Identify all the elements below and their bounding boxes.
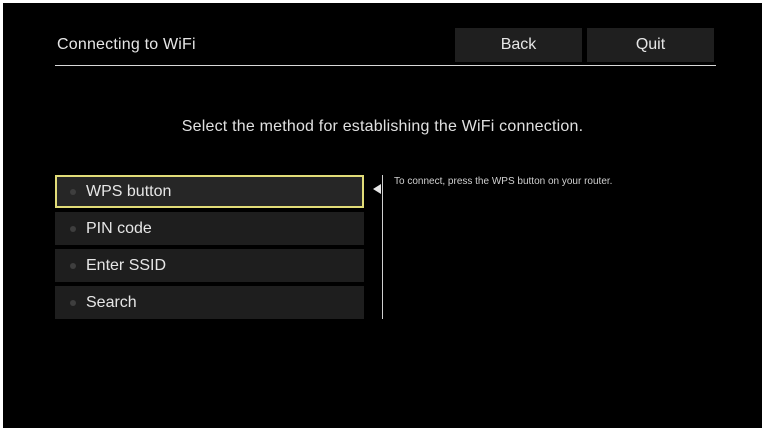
help-text: To connect, press the WPS button on your… — [394, 176, 613, 187]
page-title: Connecting to WiFi — [57, 36, 196, 53]
menu-item-enter-ssid[interactable]: Enter SSID — [55, 249, 364, 282]
menu-item-search[interactable]: Search — [55, 286, 364, 319]
header: Connecting to WiFi Back Quit — [55, 28, 716, 68]
menu-item-pin-code[interactable]: PIN code — [55, 212, 364, 245]
back-button[interactable]: Back — [455, 28, 582, 62]
menu-item-label: PIN code — [86, 219, 152, 237]
panel-divider — [382, 175, 383, 319]
quit-button[interactable]: Quit — [587, 28, 714, 62]
bullet-icon — [70, 188, 76, 195]
bullet-icon — [70, 225, 76, 232]
bullet-icon — [70, 262, 76, 269]
bullet-icon — [70, 299, 76, 306]
menu-item-label: Enter SSID — [86, 256, 167, 274]
tv-screen: Connecting to WiFi Back Quit Select the … — [3, 3, 762, 428]
menu-item-label: Search — [86, 293, 137, 311]
header-divider — [55, 65, 716, 66]
instruction-text: Select the method for establishing the W… — [181, 118, 584, 135]
selection-pointer-icon — [373, 184, 381, 194]
menu-item-wps-button[interactable]: WPS button — [55, 175, 364, 208]
menu-item-label: WPS button — [86, 182, 172, 200]
connection-method-menu: WPS button PIN code Enter SSID Search — [55, 175, 364, 323]
